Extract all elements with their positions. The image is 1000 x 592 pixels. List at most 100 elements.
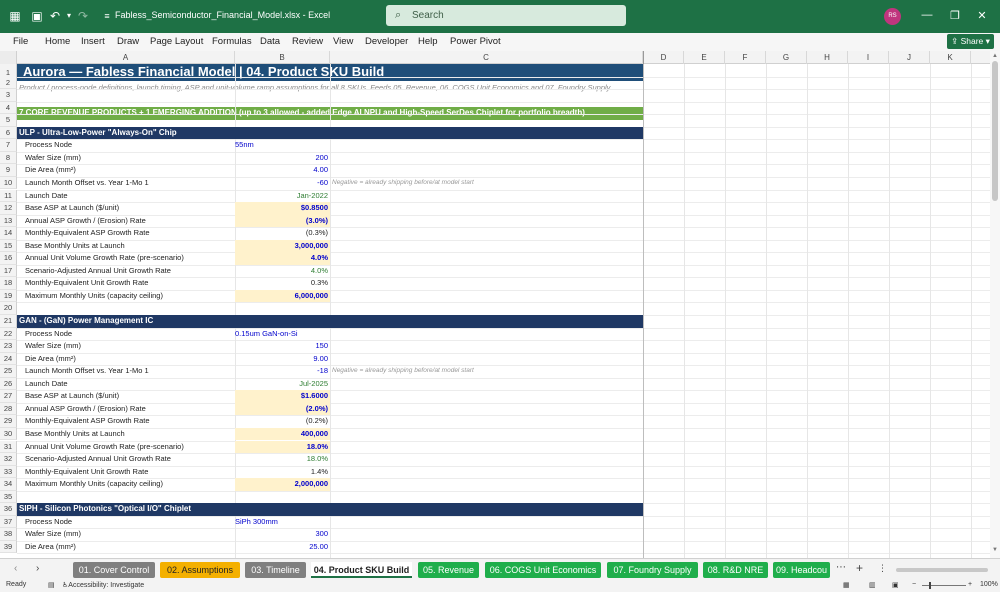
assumption-value[interactable]: $0.8500 <box>235 202 330 215</box>
assumption-value[interactable]: 1.4% <box>235 466 328 479</box>
add-sheet-icon[interactable]: + <box>856 561 863 575</box>
row-header[interactable]: 26 <box>0 377 17 391</box>
menu-review[interactable]: Review <box>292 36 323 47</box>
assumption-value[interactable]: 400,000 <box>235 427 330 441</box>
row-header[interactable]: 3 <box>0 89 17 102</box>
assumption-value[interactable]: Jan-2022 <box>235 190 328 203</box>
sheet-tab[interactable]: 03. Timeline <box>245 562 306 578</box>
row-header[interactable]: 31 <box>0 440 17 453</box>
scroll-down-icon[interactable]: ▼ <box>992 547 998 553</box>
row-header[interactable]: 33 <box>0 465 17 479</box>
assumption-value[interactable]: 4.00 <box>235 164 328 177</box>
normal-view-icon[interactable]: ▦ <box>843 581 850 589</box>
menu-power-pivot[interactable]: Power Pivot <box>450 36 501 47</box>
assumption-value[interactable]: (2.0%) <box>235 402 330 416</box>
assumption-value[interactable]: 0.3% <box>235 277 328 290</box>
menu-help[interactable]: Help <box>418 36 438 47</box>
row-header[interactable]: 38 <box>0 528 17 541</box>
column-header-h[interactable]: H <box>807 51 848 64</box>
row-header[interactable]: 21 <box>0 315 17 328</box>
menu-file[interactable]: File <box>13 36 28 47</box>
zoom-slider-thumb[interactable] <box>929 582 931 589</box>
avatar[interactable]: RS <box>884 8 901 25</box>
row-header[interactable]: 24 <box>0 352 17 366</box>
page-layout-view-icon[interactable]: ▥ <box>869 581 876 589</box>
sheet-tab[interactable]: 05. Revenue <box>418 562 479 578</box>
assumption-value[interactable]: 4.0% <box>235 252 330 265</box>
row-header[interactable]: 23 <box>0 340 17 353</box>
row-header[interactable]: 37 <box>0 515 17 529</box>
redo-icon[interactable]: ↷ <box>76 9 90 23</box>
assumption-value[interactable]: 150 <box>235 340 328 353</box>
menu-insert[interactable]: Insert <box>81 36 105 47</box>
assumption-value[interactable]: 3,000,000 <box>235 239 330 253</box>
row-header[interactable]: 20 <box>0 302 17 315</box>
sheet-tab[interactable]: 02. Assumptions <box>160 562 240 578</box>
assumption-value[interactable]: 4.0% <box>235 265 328 278</box>
row-header[interactable]: 13 <box>0 214 17 228</box>
assumption-value[interactable]: 25.00 <box>235 541 328 554</box>
row-header[interactable]: 12 <box>0 202 17 215</box>
assumption-value[interactable]: -18 <box>235 365 328 378</box>
zoom-level[interactable]: 100% <box>980 581 998 588</box>
zoom-out-icon[interactable]: − <box>912 581 916 588</box>
accessibility-status[interactable]: ♿ Accessibility: Investigate <box>62 581 144 589</box>
assumption-value[interactable]: 9.00 <box>235 353 328 366</box>
tabs-options-icon[interactable]: ⋮ <box>878 563 887 574</box>
more-sheets-icon[interactable]: ⋯ <box>836 562 846 573</box>
scroll-thumb[interactable] <box>992 61 998 201</box>
row-header[interactable]: 15 <box>0 239 17 253</box>
column-header-b[interactable]: B <box>235 51 330 64</box>
sheet-tab[interactable]: 01. Cover Control <box>73 562 155 578</box>
assumption-value[interactable]: 200 <box>235 152 328 165</box>
assumption-value[interactable]: $1.6000 <box>235 390 330 403</box>
column-header-a[interactable]: A <box>17 51 235 64</box>
save-icon[interactable]: ▣ <box>30 9 44 23</box>
horizontal-scrollbar[interactable] <box>896 568 988 572</box>
worksheet-grid[interactable]: Aurora — Fabless Financial Model | 04. P… <box>17 64 990 558</box>
row-header[interactable]: 28 <box>0 402 17 416</box>
column-header-i[interactable]: I <box>848 51 889 64</box>
row-header[interactable]: 17 <box>0 264 17 278</box>
row-header[interactable]: 11 <box>0 189 17 202</box>
column-header-d[interactable]: D <box>643 51 684 64</box>
row-header[interactable]: 34 <box>0 478 17 491</box>
column-header-k[interactable]: K <box>930 51 971 64</box>
vertical-scrollbar[interactable]: ▲ ▼ <box>990 51 1000 558</box>
undo-icon[interactable]: ↶ <box>48 9 62 23</box>
sheet-tab[interactable]: 07. Foundry Supply <box>607 562 698 578</box>
menu-page-layout[interactable]: Page Layout <box>150 36 203 47</box>
menu-developer[interactable]: Developer <box>365 36 408 47</box>
assumption-value[interactable]: Jul-2025 <box>235 378 328 391</box>
assumption-value[interactable]: 55nm <box>235 139 330 152</box>
assumption-value[interactable]: -60 <box>235 177 328 190</box>
row-header[interactable]: 10 <box>0 176 17 190</box>
assumption-value[interactable]: 6,000,000 <box>235 289 330 303</box>
column-header-g[interactable]: G <box>766 51 807 64</box>
row-header[interactable]: 25 <box>0 365 17 378</box>
row-header[interactable]: 14 <box>0 227 17 240</box>
sheet-tab[interactable]: 04. Product SKU Build <box>311 562 412 578</box>
menu-home[interactable]: Home <box>45 36 70 47</box>
row-header[interactable]: 18 <box>0 277 17 290</box>
zoom-in-icon[interactable]: + <box>968 581 972 588</box>
row-header[interactable]: 30 <box>0 427 17 441</box>
macro-record-icon[interactable]: ▤ <box>48 581 55 589</box>
search-box[interactable]: ⌕ Search <box>386 5 626 26</box>
row-header[interactable]: 16 <box>0 252 17 265</box>
minimize-icon[interactable]: — <box>920 9 934 21</box>
sheet-tab[interactable]: 08. R&D NRE <box>703 562 768 578</box>
menu-data[interactable]: Data <box>260 36 280 47</box>
tab-prev-icon[interactable]: ‹ <box>14 563 17 574</box>
page-break-view-icon[interactable]: ▣ <box>892 581 899 589</box>
row-header[interactable]: 39 <box>0 540 17 554</box>
row-header[interactable]: 22 <box>0 327 17 341</box>
row-header[interactable]: 19 <box>0 289 17 303</box>
column-header-c[interactable]: C <box>330 51 643 64</box>
scroll-up-icon[interactable]: ▲ <box>992 53 998 59</box>
row-header[interactable]: 27 <box>0 390 17 403</box>
row-header[interactable]: 6 <box>0 126 17 140</box>
assumption-value[interactable]: SiPh 300mm <box>235 516 330 529</box>
sheet-tab[interactable]: 06. COGS Unit Economics <box>485 562 601 578</box>
assumption-value[interactable]: (3.0%) <box>235 214 330 228</box>
